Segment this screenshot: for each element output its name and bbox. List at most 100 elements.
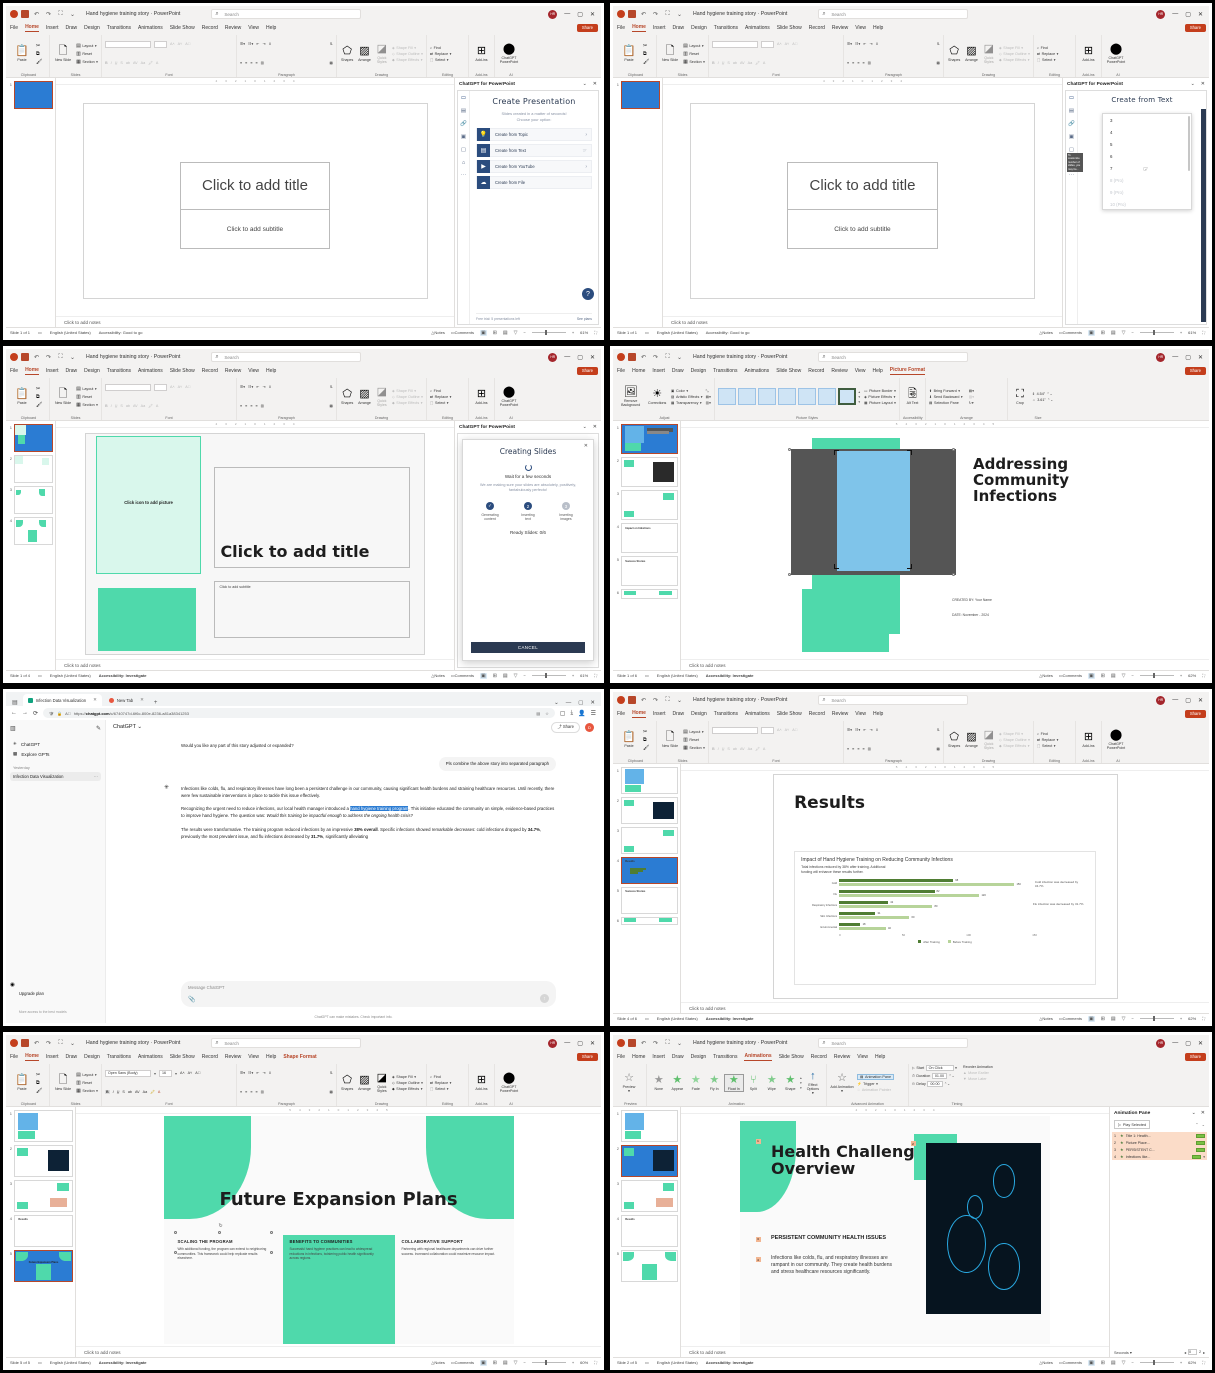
- tab-review[interactable]: Review: [832, 711, 848, 717]
- cut-icon[interactable]: ✂: [36, 43, 42, 49]
- sidebar-item-chatgpt[interactable]: ✳ ChatGPT: [10, 739, 101, 749]
- thumbnail[interactable]: [14, 486, 53, 514]
- tab-review[interactable]: Review: [225, 368, 241, 374]
- share-button[interactable]: Share: [1184, 1052, 1206, 1061]
- tab-transitions[interactable]: Transitions: [713, 1054, 737, 1060]
- search-input[interactable]: Search: [211, 352, 362, 362]
- text-highlight-icon[interactable]: 🖍: [150, 1090, 155, 1094]
- zoom-out-button[interactable]: −: [1131, 1360, 1133, 1365]
- change-case-icon[interactable]: Aa: [141, 404, 146, 408]
- slide-count-dropdown[interactable]: 3 4 5 6 7 8 (Pro) 9 (Pro) 10 (Pro) ☞: [1102, 113, 1192, 210]
- reset-button[interactable]: ▥ Reset: [76, 394, 98, 400]
- canvas[interactable]: Results Impact of Hand Hygiene Training …: [681, 771, 1209, 1002]
- search-input[interactable]: Search: [211, 1038, 362, 1048]
- animation-pane-button[interactable]: ▤ Animation Pane: [857, 1073, 895, 1080]
- decrease-font-size-icon[interactable]: A˅: [785, 728, 790, 732]
- arrange-button[interactable]: ▨ Arrange: [357, 45, 371, 62]
- create-from-youtube-option[interactable]: ▶ Create from YouTube ›: [476, 160, 592, 173]
- customize-qat-icon[interactable]: ⌄: [675, 696, 684, 705]
- share-button[interactable]: ⤴ Share: [551, 721, 580, 733]
- tab-file[interactable]: File: [10, 1054, 18, 1060]
- font-color-icon[interactable]: A: [763, 747, 765, 751]
- tab-design[interactable]: Design: [691, 25, 707, 31]
- reading-view-icon[interactable]: ▤: [503, 330, 508, 336]
- underline-icon[interactable]: U̲: [117, 1090, 120, 1094]
- styles-more-icon[interactable]: ▾: [858, 400, 860, 404]
- tab-transitions[interactable]: Transitions: [107, 25, 131, 31]
- text-direction-icon[interactable]: ⇅: [330, 385, 333, 389]
- tab-home[interactable]: Home: [632, 24, 646, 32]
- close-button[interactable]: ✕: [1198, 1040, 1203, 1047]
- format-painter-icon[interactable]: 🖌: [643, 59, 649, 65]
- sidebar-item-explore-gpts[interactable]: ▩ Explore GPTs: [10, 749, 101, 759]
- format-painter-icon[interactable]: 🖌: [36, 402, 42, 408]
- tab-review[interactable]: Review: [832, 25, 848, 31]
- slide-sorter-icon[interactable]: ⊞: [1101, 673, 1105, 679]
- align-right-icon[interactable]: ≡: [250, 404, 252, 408]
- tab-insert[interactable]: Insert: [652, 1054, 665, 1060]
- tab-transitions[interactable]: Transitions: [713, 368, 737, 374]
- tab-shape-format[interactable]: Shape Format: [283, 1054, 316, 1060]
- clear-formatting-icon[interactable]: A⃠: [195, 1071, 200, 1075]
- bullets-icon[interactable]: ☰▾: [240, 385, 245, 389]
- tab-help[interactable]: Help: [872, 368, 882, 374]
- shape-outline-button[interactable]: ◇ Shape Outline ▾: [999, 52, 1030, 56]
- tab-slide-show[interactable]: Slide Show: [777, 711, 802, 717]
- tab-transitions[interactable]: Transitions: [107, 1054, 131, 1060]
- tab-animations[interactable]: Animations: [138, 25, 163, 31]
- clear-formatting-icon[interactable]: A⃠: [185, 42, 190, 46]
- chevron-down-icon[interactable]: ⌄: [1191, 81, 1195, 87]
- layout-button[interactable]: ▤ Layout ▾: [683, 43, 705, 49]
- fit-slide-icon[interactable]: ⛶: [594, 673, 597, 678]
- line-spacing-icon[interactable]: ⇕: [269, 385, 272, 389]
- list-item[interactable]: 6: [615, 589, 678, 599]
- thumbnail[interactable]: [14, 1110, 73, 1142]
- tab-slide-show[interactable]: Slide Show: [170, 368, 195, 374]
- thumbnail[interactable]: [621, 767, 678, 794]
- crop-button[interactable]: ⛶ Crop: [1011, 388, 1029, 405]
- change-case-icon[interactable]: Aa: [143, 1090, 148, 1094]
- font-size-input[interactable]: [761, 726, 774, 734]
- tab-home[interactable]: Home: [632, 1054, 645, 1060]
- notes-button[interactable]: △Notes: [1039, 1016, 1053, 1021]
- align-center-icon[interactable]: ≡: [245, 61, 247, 65]
- shape-fill-button[interactable]: ◈ Shape Fill ▾: [392, 1075, 423, 1079]
- cut-icon[interactable]: ✂: [36, 386, 42, 392]
- zoom-level[interactable]: 62%: [1188, 673, 1196, 678]
- search-input[interactable]: Search: [818, 352, 969, 362]
- list-item[interactable]: 1: [615, 767, 678, 794]
- subtitle-placeholder[interactable]: Click to add subtitle: [179, 210, 331, 249]
- tab-help[interactable]: Help: [266, 25, 276, 31]
- customize-qat-icon[interactable]: ⌄: [675, 353, 684, 362]
- notes-button[interactable]: △Notes: [431, 1360, 445, 1365]
- timeline-bar[interactable]: [1192, 1154, 1202, 1159]
- save-icon[interactable]: [628, 1039, 636, 1047]
- layout-button[interactable]: ▤ Layout ▾: [683, 729, 705, 735]
- chatgpt-powerpoint-button[interactable]: ⬤ ChatGPT PowerPoint: [498, 43, 520, 64]
- convert-smartart-icon[interactable]: ▩: [330, 1090, 333, 1094]
- tab-record[interactable]: Record: [811, 1054, 827, 1060]
- format-painter-icon[interactable]: 🖌: [36, 1088, 42, 1094]
- font-color-icon[interactable]: A: [156, 404, 158, 408]
- increase-font-size-icon[interactable]: A˄: [170, 42, 175, 46]
- zoom-in-button[interactable]: +: [1180, 1360, 1182, 1365]
- justify-icon[interactable]: ≡: [862, 61, 864, 65]
- undo-icon[interactable]: ↶: [639, 1039, 648, 1048]
- undo-icon[interactable]: ↶: [32, 1039, 41, 1048]
- address-bar[interactable]: 🛡 🔒 A⃝ https://chatgpt.com/c/6740747d-6f…: [43, 708, 555, 718]
- character-spacing-icon[interactable]: AV: [740, 747, 745, 751]
- maximize-button[interactable]: ▢: [577, 354, 583, 361]
- tab-draw[interactable]: Draw: [672, 25, 684, 31]
- text-direction-icon[interactable]: ⇅: [330, 42, 333, 46]
- zoom-slider[interactable]: [1139, 330, 1174, 335]
- duration-input[interactable]: 01.00: [931, 1073, 948, 1079]
- notes-pane[interactable]: Click to add notes: [76, 1346, 601, 1357]
- list-item[interactable]: 1: [8, 424, 53, 452]
- preview-button[interactable]: ☆ Preview ▾: [618, 1072, 640, 1093]
- shape-effects-button[interactable]: ◆ Shape Effects ▾: [999, 744, 1030, 748]
- tab-insert[interactable]: Insert: [653, 711, 666, 717]
- line-spacing-icon[interactable]: ⇕: [876, 42, 879, 46]
- list-item[interactable]: 4 Results: [615, 857, 678, 884]
- slide-title[interactable]: Results: [794, 793, 865, 813]
- convert-smartart-icon[interactable]: ▩: [330, 61, 333, 65]
